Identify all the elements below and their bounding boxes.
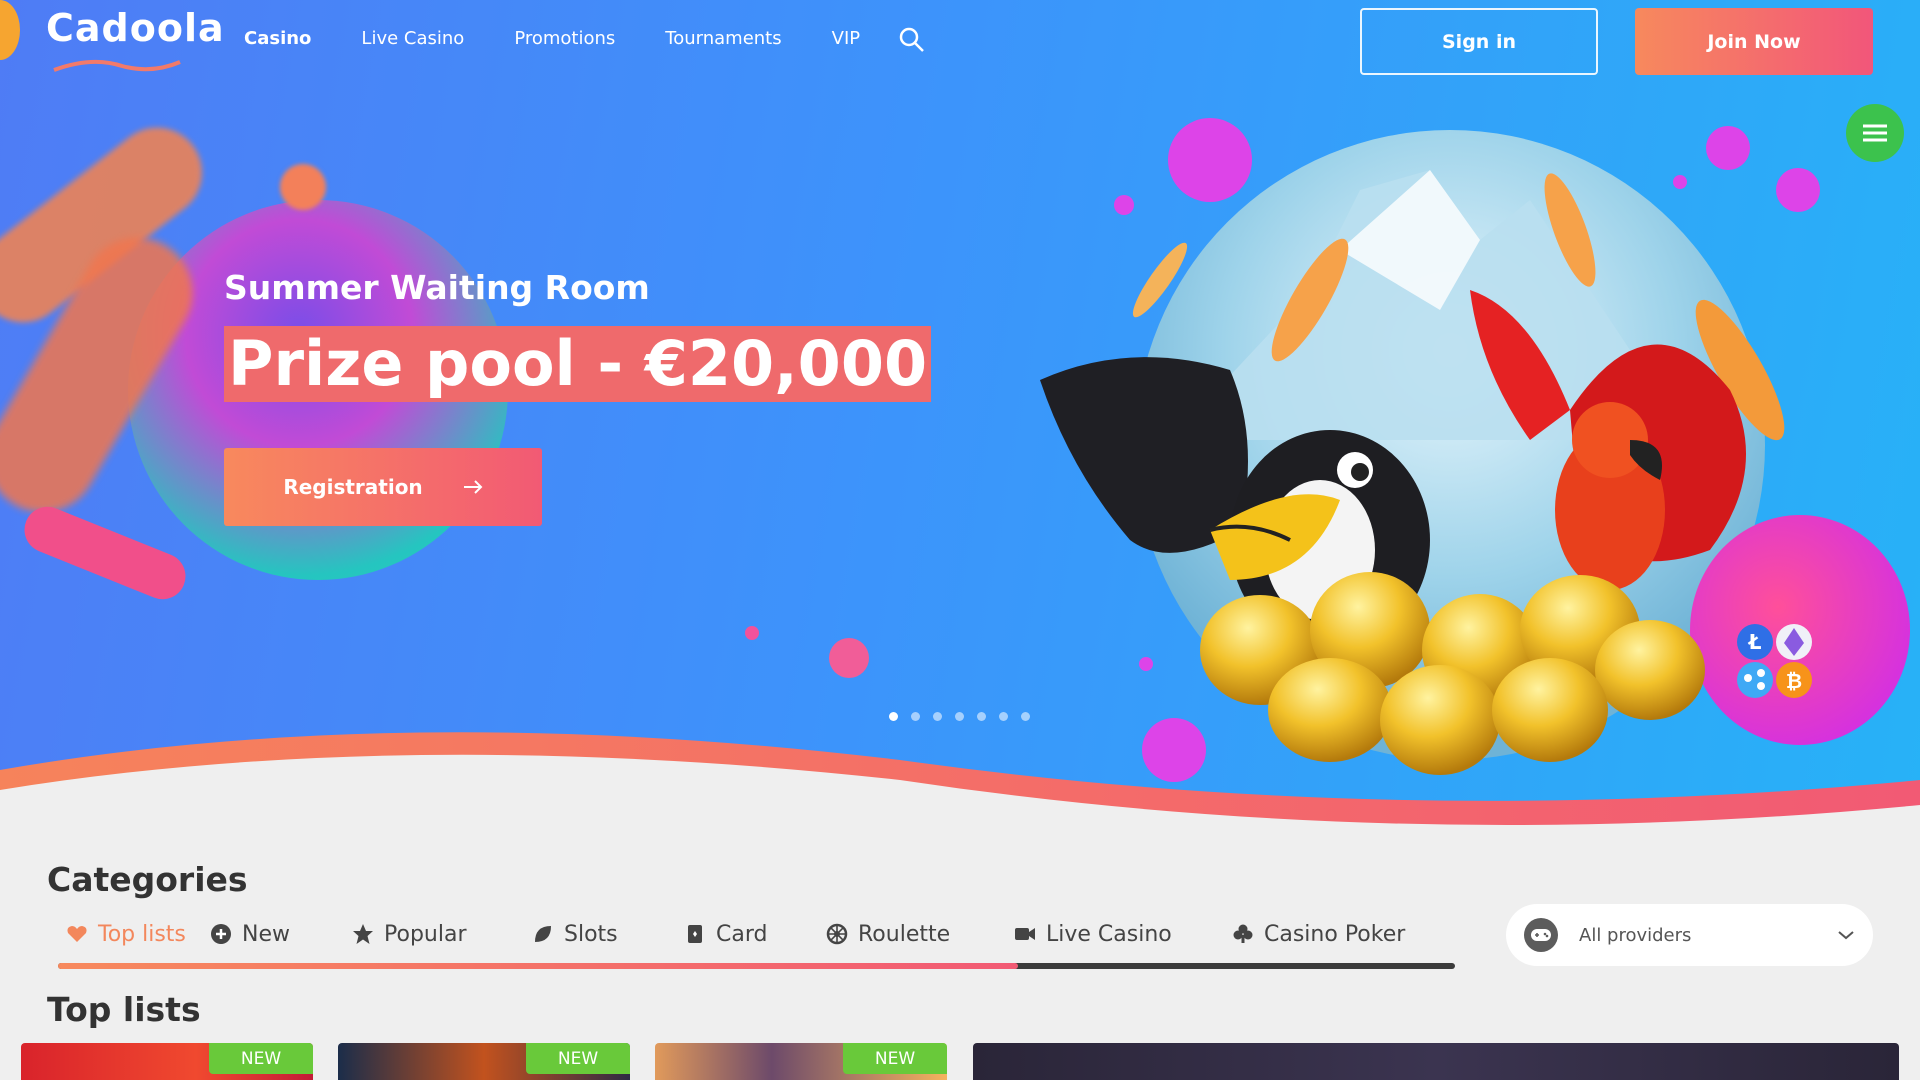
new-badge: NEW	[209, 1043, 313, 1074]
tab-top-lists[interactable]: Top lists	[58, 914, 210, 954]
nav-promotions[interactable]: Promotions	[514, 28, 615, 49]
leaf-icon	[535, 926, 551, 942]
tab-label: Popular	[384, 921, 467, 947]
category-tabs: Top lists New Popular Slots Card Roulett…	[58, 914, 1412, 954]
sign-in-button[interactable]: Sign in	[1360, 8, 1598, 75]
new-badge: NEW	[526, 1043, 630, 1074]
logo-swoosh	[53, 59, 181, 72]
tab-progress-track	[58, 963, 1455, 969]
tab-live-casino[interactable]: Live Casino	[1014, 914, 1232, 954]
top-header: Cadoola Casino Live Casino Promotions To…	[0, 0, 1920, 84]
categories-heading: Categories	[47, 860, 248, 899]
search-icon[interactable]	[898, 26, 926, 54]
chevron-down-icon	[1838, 931, 1854, 940]
camera-icon	[1015, 928, 1035, 940]
main-nav: Casino Live Casino Promotions Tournament…	[244, 28, 860, 49]
nav-casino[interactable]: Casino	[244, 28, 311, 49]
tab-card[interactable]: Card	[684, 914, 826, 954]
tab-label: New	[242, 921, 290, 947]
tab-label: Card	[716, 921, 768, 947]
card-icon	[688, 925, 702, 943]
tab-label: Slots	[564, 921, 618, 947]
tab-label: Casino Poker	[1264, 921, 1406, 947]
tab-label: Roulette	[858, 921, 951, 947]
providers-label: All providers	[1579, 924, 1692, 946]
tab-label: Top lists	[98, 921, 186, 947]
star-icon	[353, 924, 373, 944]
tab-new[interactable]: New	[210, 914, 352, 954]
nav-tournaments[interactable]: Tournaments	[665, 28, 781, 49]
tab-popular[interactable]: Popular	[352, 914, 532, 954]
tab-casino-poker[interactable]: Casino Poker	[1232, 914, 1412, 954]
tab-roulette[interactable]: Roulette	[826, 914, 1014, 954]
game-thumbnail[interactable]: NEW	[21, 1043, 313, 1080]
new-badge: NEW	[843, 1043, 947, 1074]
club-icon	[1233, 924, 1253, 943]
tab-label: Live Casino	[1046, 921, 1172, 947]
gamepad-icon	[1524, 918, 1558, 952]
providers-dropdown[interactable]: All providers	[1506, 904, 1873, 966]
heart-icon	[67, 926, 87, 942]
chat-button[interactable]	[1846, 104, 1904, 162]
plus-icon	[211, 924, 231, 944]
nav-live-casino[interactable]: Live Casino	[361, 28, 464, 49]
top-lists-heading: Top lists	[47, 990, 201, 1029]
chat-icon	[1863, 124, 1887, 142]
tab-slots[interactable]: Slots	[532, 914, 684, 954]
tab-progress-fill	[58, 963, 1018, 969]
game-thumbnail[interactable]: NEW	[655, 1043, 947, 1080]
game-thumbnail[interactable]	[973, 1043, 1899, 1080]
join-now-button[interactable]: Join Now	[1635, 8, 1873, 75]
nav-vip[interactable]: VIP	[832, 28, 860, 49]
brand-logo[interactable]: Cadoola	[46, 6, 225, 50]
roulette-icon	[826, 923, 848, 945]
game-thumbnail[interactable]: NEW	[338, 1043, 630, 1080]
